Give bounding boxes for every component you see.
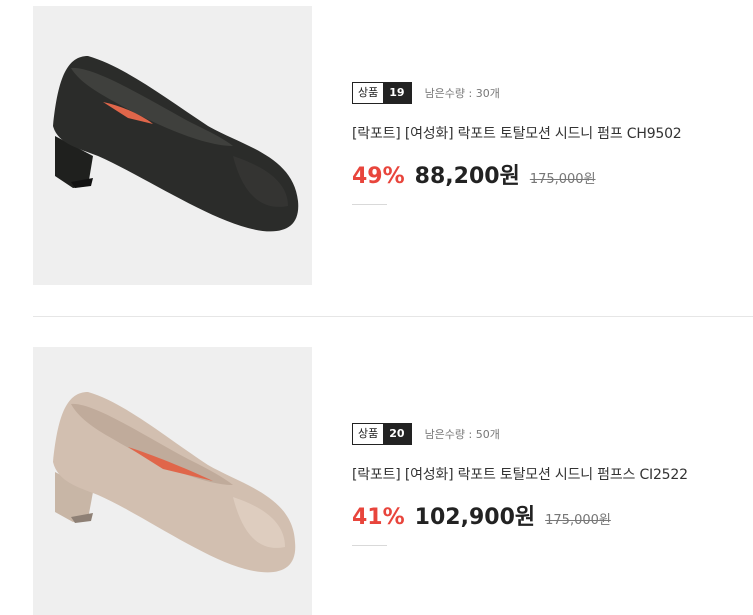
- product-title[interactable]: [락포트] [여성화] 락포트 토탈모션 시드니 펌프 CH9502: [352, 123, 682, 143]
- remaining-stock: 남은수량 : 50개: [424, 428, 500, 441]
- badge-label: 상품: [353, 424, 384, 444]
- badge-number: 20: [383, 424, 411, 444]
- remaining-stock: 남은수량 : 30개: [424, 87, 500, 100]
- sale-price: 88,200원: [414, 164, 520, 189]
- price-row: 41% 102,900원 175,000원: [352, 499, 688, 531]
- original-price: 175,000원: [545, 513, 611, 528]
- product-image[interactable]: [33, 347, 312, 615]
- product-image[interactable]: [33, 6, 312, 285]
- divider-short: [352, 204, 387, 205]
- badge-row: 상품 19 남은수량 : 30개: [352, 82, 682, 104]
- sale-price: 102,900원: [414, 505, 536, 530]
- product-card[interactable]: 상품 20 남은수량 : 50개 [락포트] [여성화] 락포트 토탈모션 시드…: [0, 317, 753, 615]
- beige-pump-shoe-image: [33, 347, 312, 615]
- badge-number: 19: [383, 83, 411, 103]
- discount-rate: 49%: [352, 164, 405, 189]
- black-pump-shoe-image: [33, 6, 312, 285]
- product-badge: 상품 19: [352, 82, 412, 104]
- product-info: 상품 19 남은수량 : 30개 [락포트] [여성화] 락포트 토탈모션 시드…: [352, 82, 682, 205]
- product-card[interactable]: 상품 19 남은수량 : 30개 [락포트] [여성화] 락포트 토탈모션 시드…: [0, 0, 753, 316]
- discount-rate: 41%: [352, 505, 405, 530]
- product-title[interactable]: [락포트] [여성화] 락포트 토탈모션 시드니 펌프스 CI2522: [352, 464, 688, 484]
- original-price: 175,000원: [529, 172, 596, 187]
- divider-short: [352, 545, 387, 546]
- price-row: 49% 88,200원 175,000원: [352, 158, 682, 190]
- product-info: 상품 20 남은수량 : 50개 [락포트] [여성화] 락포트 토탈모션 시드…: [352, 423, 688, 546]
- badge-row: 상품 20 남은수량 : 50개: [352, 423, 688, 445]
- product-badge: 상품 20: [352, 423, 412, 445]
- badge-label: 상품: [353, 83, 384, 103]
